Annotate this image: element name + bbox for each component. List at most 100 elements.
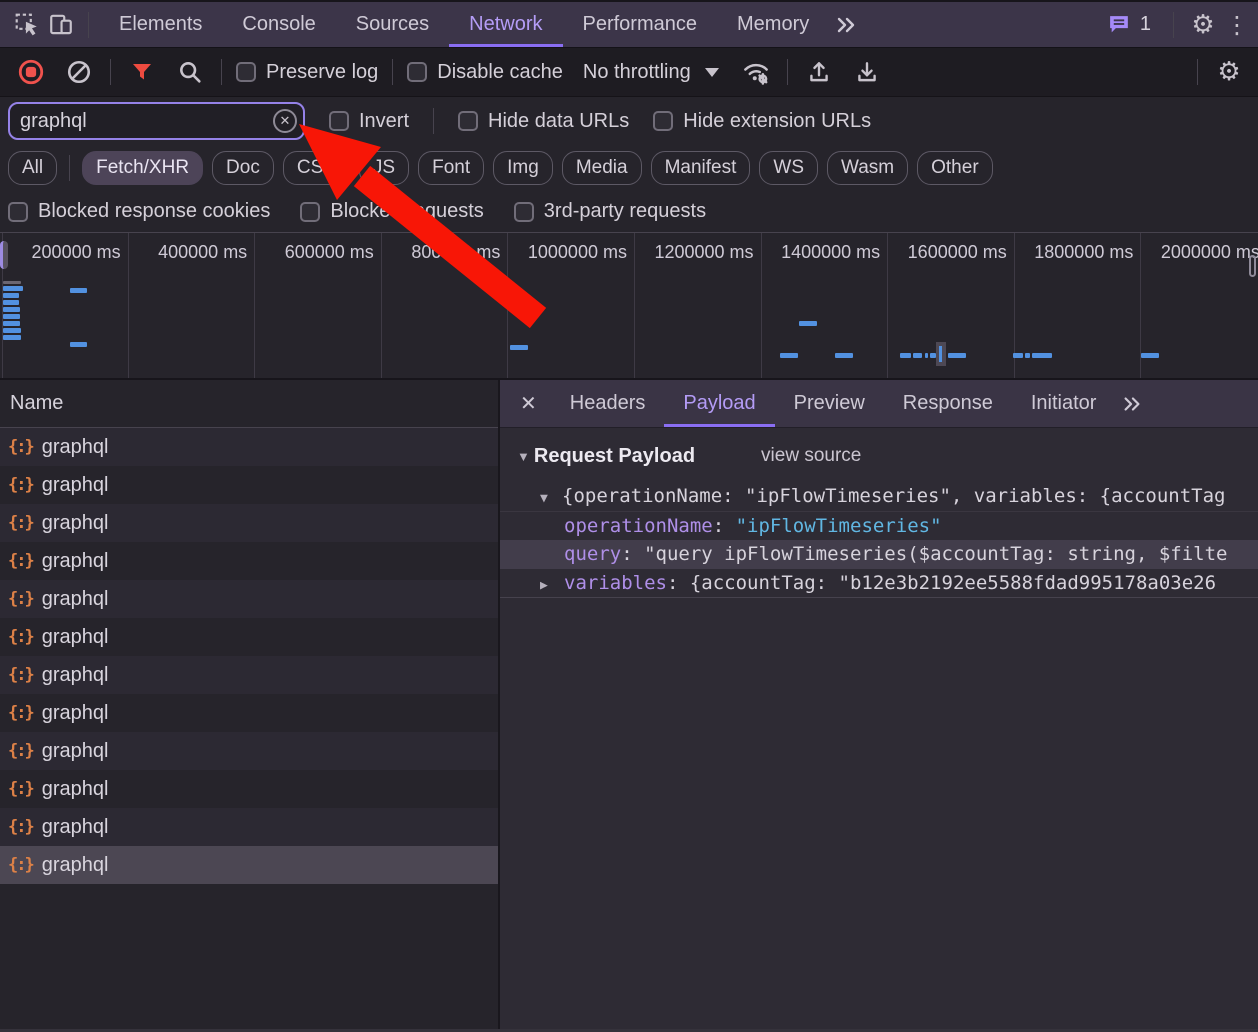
checkbox-box[interactable] (8, 202, 28, 222)
clear-filter-icon[interactable]: ✕ (273, 109, 297, 133)
type-chip-manifest[interactable]: Manifest (651, 151, 751, 185)
type-chip-js[interactable]: JS (359, 151, 409, 185)
waterfall-bar (1013, 353, 1023, 358)
tab-performance[interactable]: Performance (563, 2, 718, 47)
network-main-area: Name {:}graphql {:}graphql {:}graphql {:… (0, 380, 1258, 1032)
tab-initiator[interactable]: Initiator (1012, 380, 1116, 427)
request-row[interactable]: {:}graphql (0, 466, 498, 504)
close-details-icon[interactable]: ✕ (500, 391, 551, 416)
disable-cache-checkbox[interactable]: Disable cache (407, 61, 563, 84)
checkbox-box[interactable] (407, 62, 427, 82)
type-chip-font[interactable]: Font (418, 151, 484, 185)
payload-row-operationname[interactable]: operationName: "ipFlowTimeseries" (500, 511, 1258, 540)
more-tabs-icon[interactable] (829, 8, 863, 42)
third-party-requests-checkbox[interactable]: 3rd-party requests (514, 200, 706, 223)
blocked-requests-checkbox[interactable]: Blocked requests (300, 200, 483, 223)
checkbox-box[interactable] (514, 202, 534, 222)
type-chip-img[interactable]: Img (493, 151, 553, 185)
tab-payload[interactable]: Payload (664, 380, 774, 427)
tab-response[interactable]: Response (884, 380, 1012, 427)
request-row[interactable]: {:}graphql (0, 618, 498, 656)
filter-input[interactable] (10, 110, 260, 133)
request-name: graphql (42, 778, 109, 801)
checkbox-box[interactable] (653, 111, 673, 131)
tab-memory[interactable]: Memory (717, 2, 829, 47)
type-chip-all[interactable]: All (8, 151, 57, 185)
tick-label: 200000 ms (2, 233, 129, 378)
clear-network-log-button[interactable] (62, 55, 96, 89)
json-request-icon: {:} (8, 551, 33, 571)
overview-right-handle[interactable] (1249, 255, 1256, 277)
request-row-selected[interactable]: {:}graphql (0, 846, 498, 884)
console-messages-button[interactable]: 1 (1097, 12, 1161, 37)
customize-devtools-icon[interactable]: ⋮ (1220, 8, 1254, 42)
request-row[interactable]: {:}graphql (0, 732, 498, 770)
network-settings-gear-icon[interactable]: ⚙ (1212, 55, 1246, 89)
waterfall-bar (70, 288, 87, 293)
chat-bubble-icon (1107, 12, 1132, 37)
waterfall-selected-marker (936, 342, 946, 366)
payload-row-variables[interactable]: ▶variables: {accountTag: "b12e3b2192ee55… (500, 569, 1258, 598)
blocked-response-cookies-checkbox[interactable]: Blocked response cookies (8, 200, 270, 223)
request-row[interactable]: {:}graphql (0, 656, 498, 694)
request-row[interactable]: {:}graphql (0, 770, 498, 808)
tab-preview[interactable]: Preview (775, 380, 884, 427)
messages-count-badge: 1 (1140, 13, 1151, 36)
waterfall-bar (913, 353, 922, 358)
checkbox-box[interactable] (329, 111, 349, 131)
checkbox-box[interactable] (236, 62, 256, 82)
overview-left-handle[interactable] (0, 241, 8, 269)
triangle-collapsed-icon[interactable]: ▶ (540, 571, 564, 598)
advanced-filters-row: Blocked response cookies Blocked request… (0, 191, 1258, 232)
type-chip-wasm[interactable]: Wasm (827, 151, 908, 185)
tab-network[interactable]: Network (449, 2, 562, 47)
more-details-tabs-icon[interactable] (1115, 387, 1149, 421)
divider (110, 59, 111, 85)
type-chip-ws[interactable]: WS (759, 151, 818, 185)
checkbox-box[interactable] (300, 202, 320, 222)
payload-value: {accountTag: "b12e3b2192ee5588fdad995178… (690, 572, 1216, 594)
filter-funnel-icon[interactable] (125, 55, 159, 89)
type-chip-fetch-xhr[interactable]: Fetch/XHR (82, 151, 203, 185)
tab-console[interactable]: Console (222, 2, 335, 47)
throttling-dropdown[interactable]: No throttling (577, 61, 725, 84)
request-row[interactable]: {:}graphql (0, 542, 498, 580)
tab-sources[interactable]: Sources (336, 2, 449, 47)
request-row[interactable]: {:}graphql (0, 428, 498, 466)
payload-row-query[interactable]: query: "query ipFlowTimeseries($accountT… (500, 540, 1258, 569)
request-row[interactable]: {:}graphql (0, 504, 498, 542)
network-filter-row: ✕ Invert Hide data URLs Hide extension U… (0, 97, 1258, 145)
type-chip-doc[interactable]: Doc (212, 151, 274, 185)
json-request-icon: {:} (8, 437, 33, 457)
hide-data-urls-checkbox[interactable]: Hide data URLs (458, 110, 629, 133)
checkbox-box[interactable] (458, 111, 478, 131)
tab-elements[interactable]: Elements (99, 2, 222, 47)
triangle-expanded-icon[interactable]: ▼ (540, 484, 562, 511)
invert-checkbox[interactable]: Invert (329, 110, 409, 133)
request-row[interactable]: {:}graphql (0, 808, 498, 846)
network-overview-timeline[interactable]: 200000 ms 400000 ms 600000 ms 800000 ms … (0, 232, 1258, 380)
filter-input-box[interactable]: ✕ (8, 102, 305, 140)
triangle-expanded-icon[interactable]: ▼ (517, 449, 530, 464)
tab-headers[interactable]: Headers (551, 380, 665, 427)
waterfall-bar (780, 353, 798, 358)
import-har-icon[interactable] (802, 55, 836, 89)
request-row[interactable]: {:}graphql (0, 580, 498, 618)
request-payload-section-header[interactable]: ▼ Request Payload view source (517, 440, 1258, 472)
network-conditions-icon[interactable] (739, 55, 773, 89)
type-chip-other[interactable]: Other (917, 151, 993, 185)
type-chip-media[interactable]: Media (562, 151, 642, 185)
search-icon[interactable] (173, 55, 207, 89)
hide-extension-urls-checkbox[interactable]: Hide extension URLs (653, 110, 871, 133)
device-toolbar-icon[interactable] (44, 8, 78, 42)
preserve-log-checkbox[interactable]: Preserve log (236, 61, 378, 84)
view-source-link[interactable]: view source (761, 445, 861, 467)
payload-preview-line[interactable]: ▼{operationName: "ipFlowTimeseries", var… (500, 482, 1258, 511)
name-column-header[interactable]: Name (0, 380, 498, 428)
settings-gear-icon[interactable]: ⚙ (1186, 8, 1220, 42)
export-har-icon[interactable] (850, 55, 884, 89)
type-chip-css[interactable]: CSS (283, 151, 350, 185)
request-row[interactable]: {:}graphql (0, 694, 498, 732)
record-network-log-button[interactable] (14, 55, 48, 89)
inspect-element-icon[interactable] (10, 8, 44, 42)
